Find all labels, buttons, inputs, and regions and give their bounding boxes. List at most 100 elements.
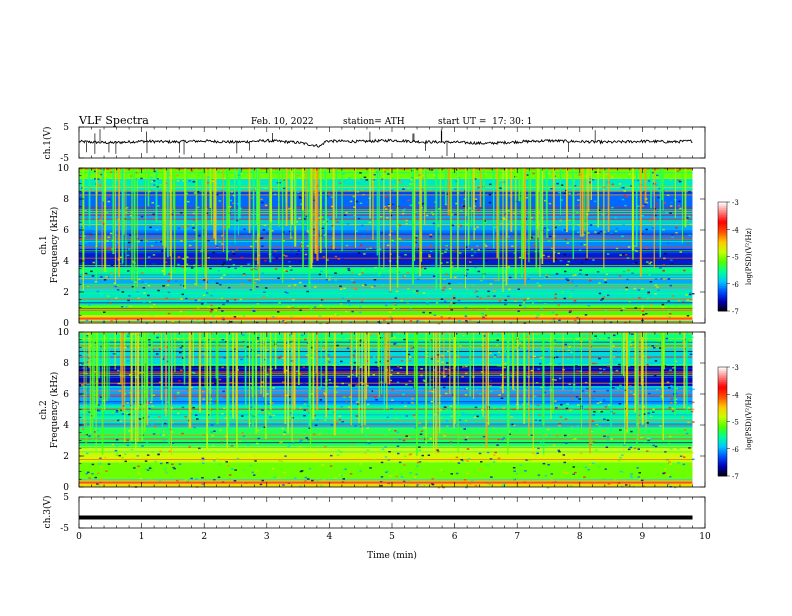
spectral-speckle [650, 264, 653, 267]
spectral-speckle [204, 302, 207, 305]
spectral-speckle [612, 345, 615, 347]
y-tick-label: 5 [63, 493, 69, 503]
spectral-speckle [477, 209, 480, 211]
spectral-speckle [489, 384, 493, 387]
spectral-speckle [184, 416, 187, 418]
spectral-speckle [176, 338, 180, 340]
spectral-speckle [114, 469, 118, 471]
spectral-speckle [87, 426, 90, 428]
spectral-speckle [544, 475, 548, 477]
spectral-speckle [471, 284, 475, 286]
spectral-speckle [454, 188, 457, 190]
spectral-speckle [318, 273, 322, 276]
spectral-speckle [148, 339, 151, 341]
spectral-speckle [240, 256, 244, 259]
spectral-speckle [210, 309, 214, 311]
spectral-speckle [492, 461, 496, 463]
spectral-speckle [274, 250, 277, 252]
spectral-speckle [662, 211, 665, 213]
spectral-speckle [357, 217, 361, 220]
spectral-speckle [126, 254, 130, 257]
spectral-speckle [409, 320, 413, 322]
spectral-speckle [647, 291, 650, 293]
colorbar-tick-label: -6 [732, 281, 739, 289]
spectral-speckle [512, 478, 516, 480]
spectral-speckle [666, 381, 670, 384]
spectral-speckle [489, 283, 493, 285]
spectral-speckle [496, 339, 499, 341]
spectral-speckle [218, 463, 221, 466]
spectral-speckle [189, 300, 193, 302]
spectral-speckle [214, 400, 217, 403]
spectral-speckle [630, 473, 633, 475]
spectral-speckle [475, 267, 478, 269]
spectral-speckle [304, 399, 307, 401]
spectral-speckle [508, 303, 511, 305]
spectral-speckle [594, 335, 597, 337]
spectral-speckle [180, 226, 184, 228]
spectral-speckle [605, 273, 609, 275]
spectral-speckle [307, 478, 310, 480]
spectral-speckle [681, 416, 685, 418]
spectral-speckle [384, 446, 387, 448]
spectral-speckle [517, 310, 520, 312]
spectral-speckle [107, 299, 110, 301]
spectral-speckle [659, 347, 662, 349]
spectral-speckle [355, 415, 358, 417]
ylabel-line: ch.2 [39, 400, 49, 419]
spectral-speckle [167, 280, 170, 282]
spectral-speckle [488, 193, 492, 196]
spectral-speckle [202, 398, 205, 400]
spectral-speckle [599, 371, 602, 374]
spectral-speckle [429, 233, 433, 236]
spectral-speckle [149, 226, 152, 229]
spectral-speckle [213, 430, 216, 432]
spectral-speckle [391, 243, 394, 246]
spectral-speckle [206, 182, 210, 184]
spectral-speckle [162, 285, 165, 287]
spectral-speckle [442, 289, 445, 291]
spectral-speckle [342, 337, 345, 339]
spectral-speckle [106, 240, 109, 242]
spectral-speckle [226, 300, 229, 302]
spectral-speckle [337, 449, 340, 452]
spectral-speckle [550, 188, 553, 190]
spectral-speckle [369, 390, 372, 392]
spectral-speckle [633, 447, 637, 450]
spectral-speckle [431, 483, 435, 486]
spectral-speckle [259, 483, 263, 486]
spectral-speckle [349, 200, 353, 203]
spectral-speckle [671, 295, 675, 297]
spectral-speckle [464, 335, 467, 337]
y-tick-label: 0 [63, 483, 69, 493]
spectral-speckle [151, 202, 154, 204]
spectral-speckle [326, 218, 330, 220]
spectral-speckle [110, 272, 113, 274]
spectral-speckle [243, 438, 246, 441]
spectral-speckle [454, 249, 458, 252]
spectral-speckle [364, 443, 368, 445]
spectral-speckle [443, 300, 447, 303]
spectral-speckle [359, 470, 362, 472]
spectral-speckle [92, 261, 95, 264]
spectral-speckle [689, 353, 693, 356]
spectral-speckle [563, 253, 567, 256]
spectral-speckle [348, 189, 352, 192]
spectral-speckle [682, 301, 685, 303]
spectral-speckle [507, 235, 510, 238]
spectral-speckle [616, 388, 620, 390]
spectral-speckle [677, 179, 680, 181]
spectral-speckle [670, 262, 674, 265]
spectral-speckle [648, 219, 652, 222]
colorbar-label: log(PSD)(V²/Hz) [745, 228, 753, 285]
spectral-speckle [146, 469, 150, 471]
spectral-speckle [408, 294, 411, 297]
spectral-speckle [636, 467, 639, 469]
spectral-speckle [602, 430, 605, 432]
x-tick-label: 3 [264, 532, 270, 542]
spectral-speckle [387, 305, 391, 308]
spectral-speckle [584, 466, 588, 469]
spectral-speckle [312, 451, 315, 453]
spectral-speckle [445, 461, 448, 464]
spectral-speckle [391, 421, 394, 423]
